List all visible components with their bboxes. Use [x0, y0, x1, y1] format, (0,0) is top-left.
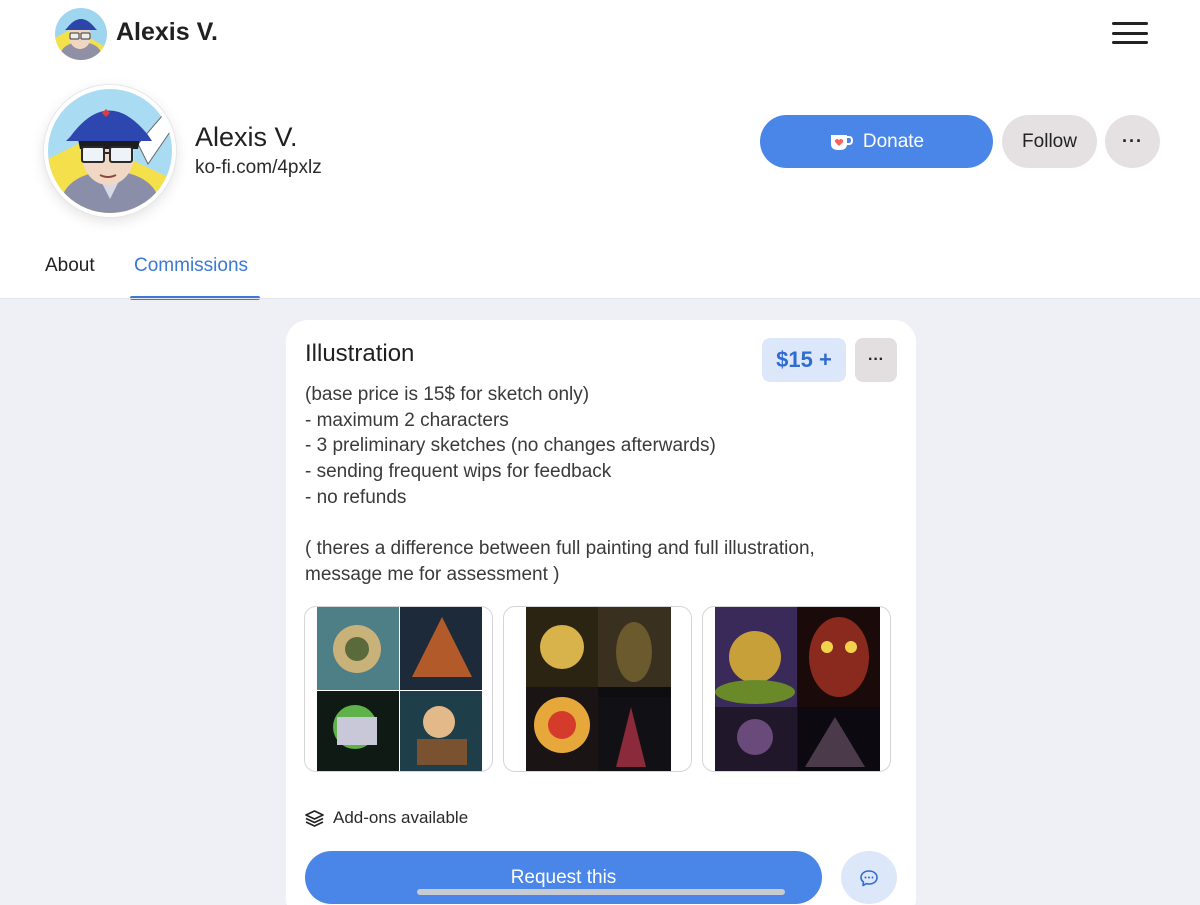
- profile-name: Alexis V.: [195, 122, 298, 152]
- description-line: message me for assessment ): [305, 563, 560, 585]
- sample-image-2[interactable]: [503, 606, 692, 772]
- commission-title: Illustration: [305, 340, 415, 367]
- description-line: ( theres a difference between full paint…: [305, 538, 815, 560]
- price-badge: $15 +: [762, 338, 846, 382]
- donate-button[interactable]: Donate: [760, 115, 993, 168]
- addons-label: Add-ons available: [333, 808, 469, 827]
- chat-bubble-icon: [860, 869, 878, 886]
- layers-icon: [305, 809, 324, 827]
- home-indicator: [417, 889, 785, 895]
- commission-more-button[interactable]: ···: [855, 338, 897, 382]
- description-line: - maximum 2 characters: [305, 409, 509, 431]
- more-options-button[interactable]: ···: [1105, 115, 1160, 168]
- sample-image-3[interactable]: [702, 606, 891, 772]
- profile-avatar[interactable]: [44, 85, 176, 217]
- description-line: - no refunds: [305, 486, 407, 508]
- follow-button[interactable]: Follow: [1002, 115, 1097, 168]
- commission-description: (base price is 15$ for sketch only) - ma…: [305, 382, 895, 588]
- commission-card: Illustration $15 + ··· (base price is 15…: [286, 320, 916, 905]
- description-line: ​: [305, 511, 895, 537]
- topbar-name: Alexis V.: [116, 18, 218, 46]
- description-line: - 3 preliminary sketches (no changes aft…: [305, 435, 716, 457]
- header-divider: [0, 298, 1200, 299]
- profile-header: Alexis V. Alexis V. ko-fi.com/4pxlz Dona…: [0, 0, 1200, 300]
- sample-gallery: [304, 606, 891, 772]
- request-button[interactable]: Request this: [305, 851, 822, 904]
- tab-commissions[interactable]: Commissions: [134, 255, 248, 277]
- description-line: (base price is 15$ for sketch only): [305, 384, 590, 405]
- hamburger-menu-icon[interactable]: [1112, 22, 1148, 44]
- sample-image-1[interactable]: [304, 606, 493, 772]
- addons-info: Add-ons available: [305, 808, 468, 828]
- tab-about[interactable]: About: [45, 255, 95, 277]
- profile-url[interactable]: ko-fi.com/4pxlz: [195, 157, 322, 179]
- kofi-cup-icon: [829, 132, 853, 152]
- donate-label: Donate: [862, 130, 925, 152]
- topbar-avatar[interactable]: [55, 8, 107, 60]
- message-button[interactable]: [841, 851, 897, 904]
- description-line: - sending frequent wips for feedback: [305, 461, 612, 483]
